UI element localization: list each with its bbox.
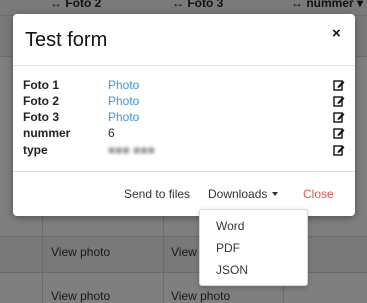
photo-link[interactable]: Photo bbox=[108, 93, 139, 109]
field-label: nummer bbox=[23, 126, 71, 140]
test-form-modal: Test form × Foto 1 Photo Foto 2 Photo Fo… bbox=[13, 14, 355, 216]
menu-item-json[interactable]: JSON bbox=[216, 263, 248, 277]
field-label: Foto 1 bbox=[23, 78, 59, 92]
edit-icon[interactable] bbox=[333, 111, 345, 123]
field-value: 6 bbox=[108, 126, 115, 140]
menu-item-word[interactable]: Word bbox=[216, 219, 244, 233]
edit-icon[interactable] bbox=[333, 127, 345, 139]
send-to-files-button[interactable]: Send to files bbox=[124, 187, 190, 201]
field-row-foto-3: Foto 3 Photo bbox=[13, 109, 355, 125]
field-row-foto-1: Foto 1 Photo bbox=[13, 77, 355, 93]
downloads-label: Downloads bbox=[208, 187, 268, 201]
caret-down-icon bbox=[272, 192, 279, 196]
field-row-nummer: nummer 6 bbox=[13, 125, 355, 141]
field-label: Foto 2 bbox=[23, 94, 59, 108]
photo-link[interactable]: Photo bbox=[108, 109, 139, 125]
downloads-button[interactable]: Downloads bbox=[208, 187, 279, 201]
photo-link[interactable]: Photo bbox=[108, 77, 139, 93]
menu-item-pdf[interactable]: PDF bbox=[216, 241, 240, 255]
footer-divider bbox=[13, 171, 355, 172]
header-divider bbox=[13, 65, 355, 66]
edit-icon[interactable] bbox=[333, 144, 345, 156]
edit-icon[interactable] bbox=[333, 95, 345, 107]
field-label: type bbox=[23, 143, 48, 157]
close-button[interactable]: Close bbox=[303, 187, 334, 201]
close-icon[interactable]: × bbox=[332, 25, 341, 42]
field-row-type: type ■■■ ■■■ bbox=[13, 142, 355, 158]
downloads-menu: Word PDF JSON bbox=[199, 209, 308, 286]
edit-icon[interactable] bbox=[333, 79, 345, 91]
redacted-value: ■■■ ■■■ bbox=[108, 143, 155, 157]
field-row-foto-2: Foto 2 Photo bbox=[13, 93, 355, 109]
field-label: Foto 3 bbox=[23, 110, 59, 124]
modal-title: Test form bbox=[25, 29, 108, 51]
